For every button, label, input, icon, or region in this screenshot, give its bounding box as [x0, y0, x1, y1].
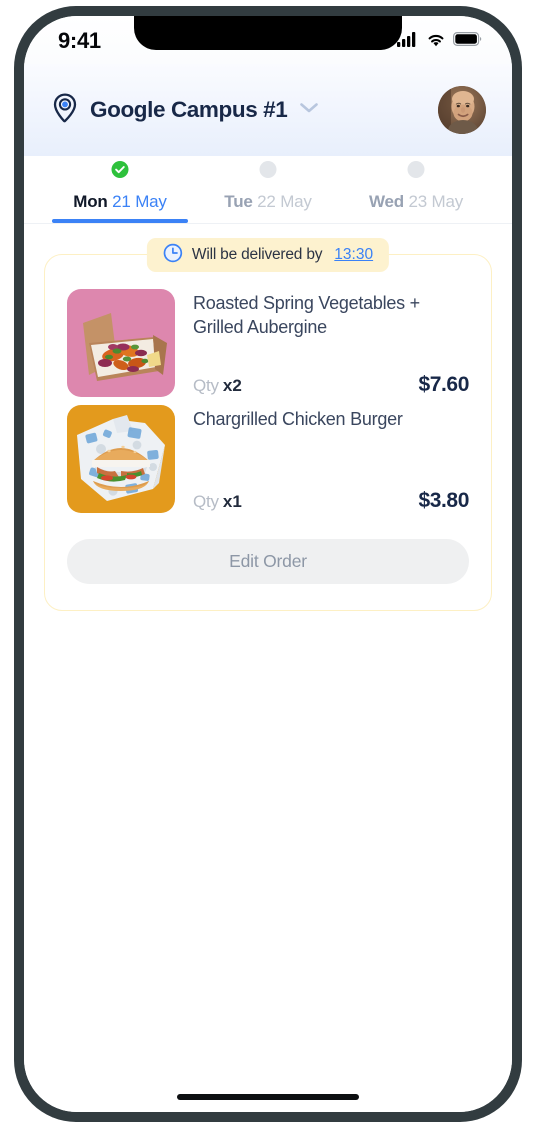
phone-frame: 9:41 Google Campus #1 Mon 21 May Tue 22 … — [14, 6, 522, 1122]
qty-label: Qty — [193, 376, 219, 395]
day-tab-label: Mon 21 May — [73, 192, 167, 212]
item-qty: Qty x1 — [193, 492, 242, 512]
clock-icon — [163, 243, 183, 268]
day-tab-thu[interactable]: T — [490, 156, 512, 223]
status-time: 9:41 — [58, 28, 101, 53]
edit-order-button[interactable]: Edit Order — [67, 539, 469, 584]
item-details: Roasted Spring Vegetables + Grilled Aube… — [193, 289, 469, 397]
day-tab-mon[interactable]: Mon 21 May — [46, 156, 194, 223]
day-tab-dow: Tue — [224, 192, 253, 211]
day-tab-date: 22 May — [257, 192, 312, 211]
item-name: Chargrilled Chicken Burger — [193, 409, 403, 429]
phone-screen: 9:41 Google Campus #1 Mon 21 May Tue 22 … — [24, 16, 512, 1112]
order-item[interactable]: Roasted Spring Vegetables + Grilled Aube… — [67, 289, 469, 397]
item-details: Chargrilled Chicken Burger Qty x1 $3.80 — [193, 405, 469, 513]
day-tab-dow: Mon — [73, 192, 108, 211]
item-thumbnail — [67, 405, 175, 513]
location-selector[interactable]: Google Campus #1 — [52, 92, 319, 128]
item-price: $7.60 — [418, 373, 469, 396]
chevron-down-icon[interactable] — [299, 101, 319, 119]
day-tab-tue[interactable]: Tue 22 May — [194, 156, 342, 223]
qty-label: Qty — [193, 492, 219, 511]
day-tab-date: 21 May — [112, 192, 167, 211]
order-card: Will be delivered by 13:30 Roasted Sprin… — [44, 238, 492, 611]
delivery-time[interactable]: 13:30 — [334, 246, 373, 264]
wifi-icon — [426, 32, 446, 52]
order-item[interactable]: Chargrilled Chicken Burger Qty x1 $3.80 — [67, 405, 469, 513]
notch — [134, 16, 402, 50]
tab-status-pending-icon — [407, 161, 425, 178]
status-icons — [397, 31, 482, 52]
item-thumbnail — [67, 289, 175, 397]
day-tabs: Mon 21 May Tue 22 May Wed 23 May — [24, 156, 512, 224]
qty-value: x1 — [222, 492, 242, 511]
item-meta: Qty x2 $7.60 — [193, 373, 469, 397]
home-indicator — [177, 1094, 359, 1100]
qty-value: x2 — [222, 376, 242, 395]
day-tab-wed[interactable]: Wed 23 May — [342, 156, 490, 223]
day-tab-date: 23 May — [408, 192, 464, 211]
tab-status-done-icon — [111, 161, 129, 178]
day-tab-dow: Wed — [368, 192, 404, 211]
battery-icon — [453, 32, 482, 51]
day-tabs-scroller[interactable]: Mon 21 May Tue 22 May Wed 23 May — [24, 156, 512, 223]
location-name: Google Campus #1 — [90, 97, 288, 122]
location-pin-icon — [52, 92, 78, 128]
item-qty: Qty x2 — [193, 376, 242, 396]
tab-status-pending-icon — [259, 161, 277, 178]
item-meta: Qty x1 $3.80 — [193, 489, 469, 513]
delivery-banner: Will be delivered by 13:30 — [146, 238, 390, 272]
avatar[interactable] — [438, 86, 486, 134]
app-header: Google Campus #1 — [24, 64, 512, 156]
day-tab-label: Wed 23 May — [369, 192, 463, 212]
item-name: Roasted Spring Vegetables + Grilled Aube… — [193, 293, 420, 338]
day-tab-label: Tue 22 May — [224, 192, 312, 212]
order-content: Will be delivered by 13:30 Roasted Sprin… — [24, 238, 512, 1112]
delivery-banner-text: Will be delivered by — [191, 246, 323, 263]
active-tab-underline — [52, 219, 188, 223]
item-price: $3.80 — [418, 489, 469, 512]
